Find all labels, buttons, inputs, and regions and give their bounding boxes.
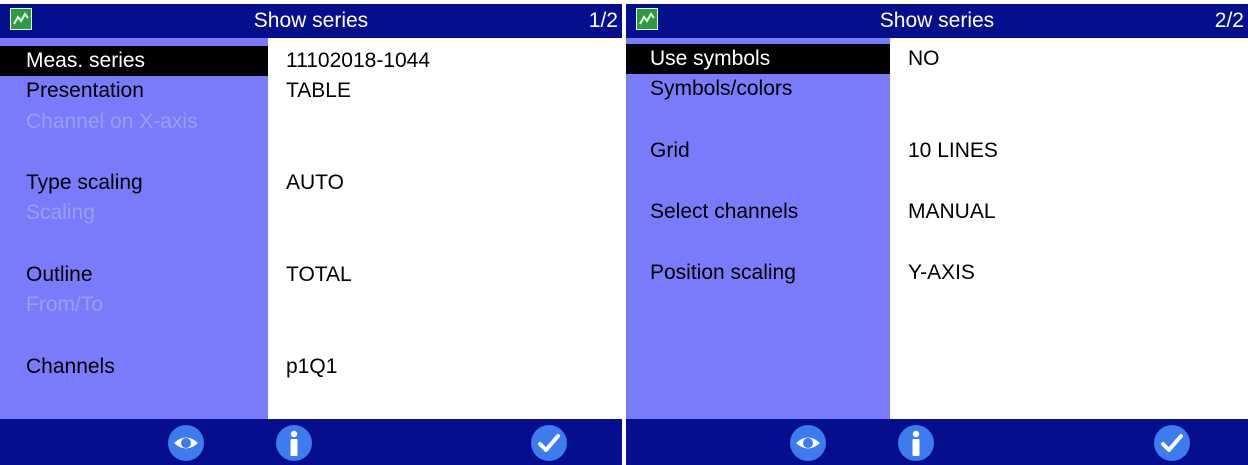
title-bar: Show series 1/2 bbox=[0, 4, 622, 38]
menu-row-value: Y-AXIS bbox=[908, 261, 975, 284]
menu-row-label: Outline bbox=[26, 263, 93, 286]
menu-row-type-scaling[interactable]: Type scaling AUTO bbox=[0, 168, 622, 198]
menu-row-value: AUTO bbox=[286, 171, 344, 194]
info-button[interactable] bbox=[275, 424, 313, 462]
menu-row-label: From/To bbox=[26, 293, 104, 316]
title-bar: Show series 2/2 bbox=[626, 4, 1248, 38]
info-icon bbox=[276, 425, 312, 461]
menu-row-value: 10 LINES bbox=[908, 139, 998, 162]
menu-row-label: Scaling bbox=[26, 201, 95, 224]
page-indicator: 2/2 bbox=[1214, 9, 1244, 32]
menu-row-label: Position scaling bbox=[650, 261, 796, 284]
menu-row-presentation[interactable]: Presentation TABLE bbox=[0, 76, 622, 106]
menu-row-value: TOTAL bbox=[286, 263, 352, 286]
screen-page-2: Show series 2/2 Use symbols NO Symbols/c… bbox=[626, 0, 1248, 465]
info-icon bbox=[898, 425, 934, 461]
menu-row-label: Use symbols bbox=[626, 44, 890, 74]
menu-row-label: Channel on X-axis bbox=[26, 110, 198, 133]
menu-row-scaling: Scaling bbox=[0, 198, 622, 228]
menu-row-channel-on-x-axis: Channel on X-axis bbox=[0, 107, 622, 137]
eye-icon bbox=[790, 425, 826, 461]
screen-title: Show series bbox=[253, 9, 369, 32]
view-button[interactable] bbox=[789, 424, 827, 462]
eye-icon bbox=[168, 425, 204, 461]
menu-row-meas-series[interactable]: Meas. series 11102018-1044 bbox=[0, 46, 622, 76]
menu-row-label: Select channels bbox=[650, 200, 799, 223]
menu-row-outline[interactable]: Outline TOTAL bbox=[0, 260, 622, 290]
menu-row-label: Symbols/colors bbox=[650, 77, 793, 100]
menu-row-value: p1Q1 bbox=[286, 355, 338, 378]
menu-row-use-symbols[interactable]: Use symbols NO bbox=[626, 44, 1248, 74]
confirm-button[interactable] bbox=[1153, 424, 1191, 462]
menu-row-position-scaling[interactable]: Position scaling Y-AXIS bbox=[626, 258, 1248, 288]
confirm-button[interactable] bbox=[530, 424, 568, 462]
menu-row-label: Type scaling bbox=[26, 171, 143, 194]
view-button[interactable] bbox=[167, 424, 205, 462]
menu-row-value: 11102018-1044 bbox=[286, 49, 431, 72]
checkmark-icon bbox=[531, 425, 567, 461]
screen-title: Show series bbox=[879, 9, 995, 32]
menu-row-label: Presentation bbox=[26, 79, 144, 102]
menu-row-label: Channels bbox=[26, 355, 115, 378]
menu-row-value: NO bbox=[908, 47, 940, 70]
menu-row-value: TABLE bbox=[286, 79, 351, 102]
menu-row-grid[interactable]: Grid 10 LINES bbox=[626, 136, 1248, 166]
page-indicator: 1/2 bbox=[588, 9, 618, 32]
menu-row-symbols-colors[interactable]: Symbols/colors bbox=[626, 74, 1248, 104]
menu-row-label: Meas. series bbox=[0, 46, 268, 76]
checkmark-icon bbox=[1154, 425, 1190, 461]
menu-row-from-to: From/To bbox=[0, 290, 622, 320]
screen-page-1: Show series 1/2 Meas. series 11102018-10… bbox=[0, 0, 622, 465]
menu-row-select-channels[interactable]: Select channels MANUAL bbox=[626, 197, 1248, 227]
bottom-toolbar bbox=[626, 419, 1248, 465]
info-button[interactable] bbox=[897, 424, 935, 462]
menu-row-value: MANUAL bbox=[908, 200, 996, 223]
bottom-toolbar bbox=[0, 419, 622, 465]
menu-row-channels[interactable]: Channels p1Q1 bbox=[0, 352, 622, 382]
menu-row-label: Grid bbox=[650, 139, 690, 162]
